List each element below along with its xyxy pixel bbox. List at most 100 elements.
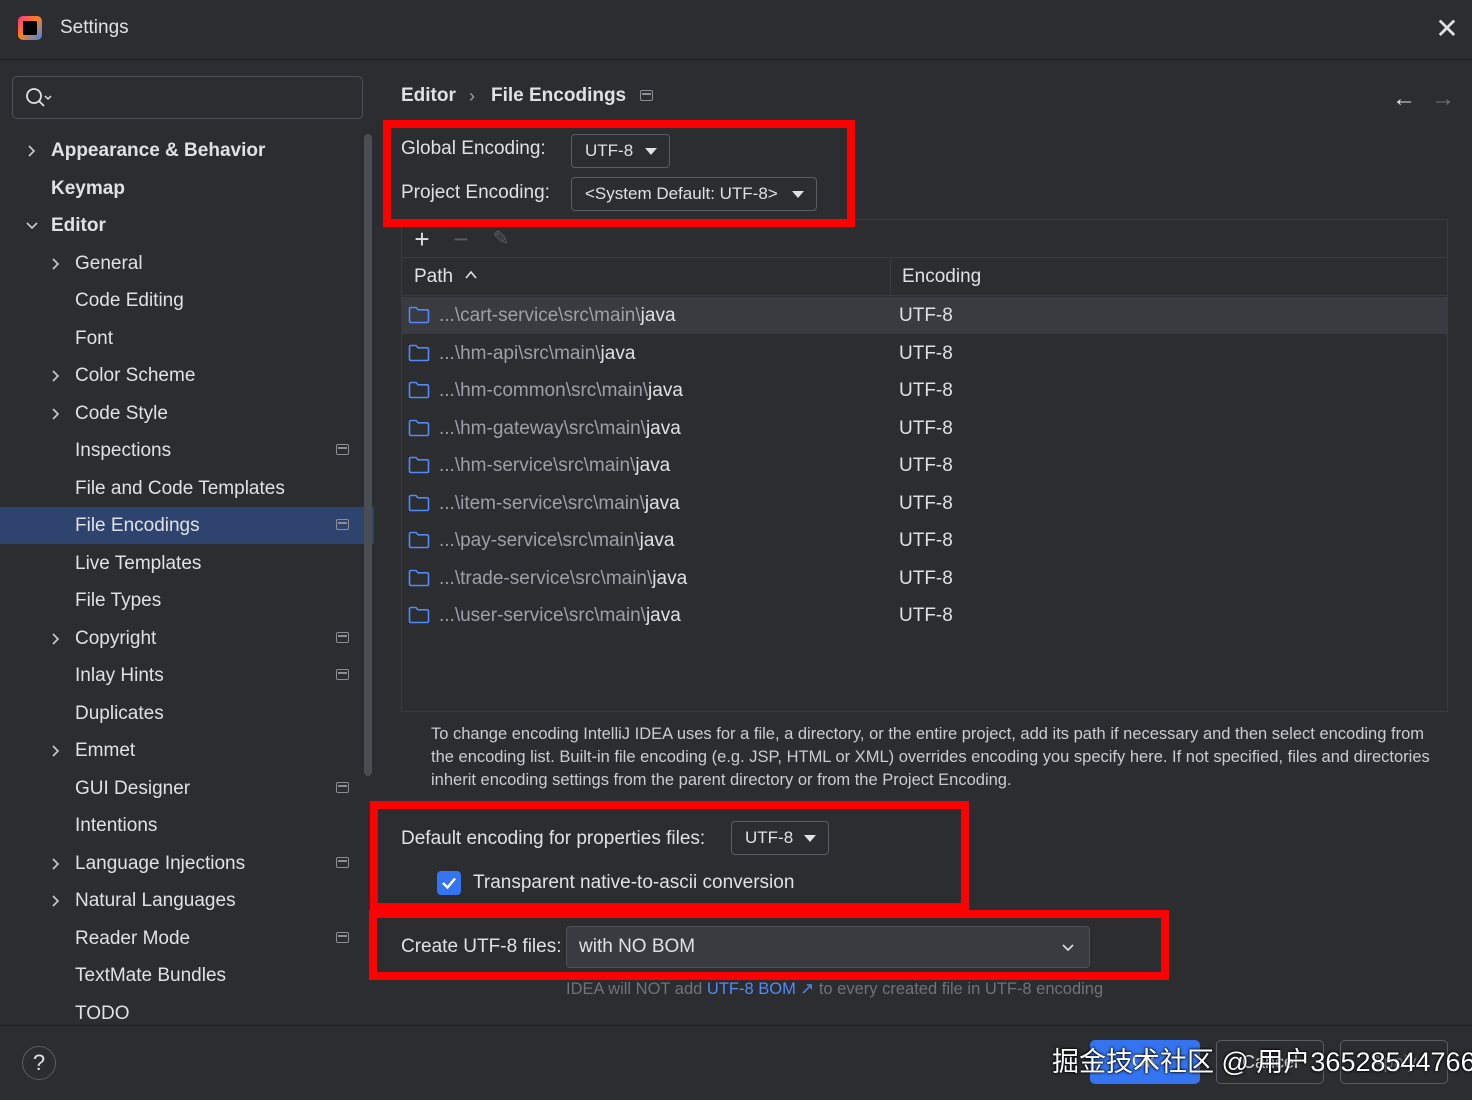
sidebar-item-label: Inspections [75, 440, 172, 461]
table-row[interactable]: ...\cart-service\src\main\java UTF-8 [402, 297, 1447, 334]
sidebar-item[interactable]: File Encodings [0, 507, 374, 544]
utf8-bom-link[interactable]: UTF-8 BOM ↗ [707, 980, 814, 998]
path-tail: java [644, 493, 680, 514]
sidebar-item[interactable]: Color Scheme [0, 357, 374, 394]
sidebar-item[interactable]: Inlay Hints [0, 657, 374, 694]
table-row[interactable]: ...\hm-gateway\src\main\java UTF-8 [402, 410, 1447, 447]
path-cell: ...\hm-service\src\main\java [439, 447, 670, 484]
table-row[interactable]: ...\hm-api\src\main\java UTF-8 [402, 335, 1447, 372]
chevron-down-icon[interactable] [25, 207, 39, 244]
sidebar-item[interactable]: General [0, 245, 374, 282]
search-icon [26, 88, 52, 107]
encoding-cell[interactable]: UTF-8 [899, 560, 953, 597]
sidebar-item-label: File Encodings [75, 515, 200, 536]
path-tail: java [645, 418, 681, 439]
folder-icon [408, 494, 430, 512]
sidebar-item[interactable]: Natural Languages [0, 882, 374, 919]
path-prefix: ...\pay-service\src\main\ [439, 530, 640, 551]
encoding-cell[interactable]: UTF-8 [899, 447, 953, 484]
sort-ascending-icon [465, 270, 477, 279]
chevron-right-icon[interactable] [49, 357, 63, 394]
sidebar-item[interactable]: Code Editing [0, 282, 374, 319]
table-row[interactable]: ...\hm-common\src\main\java UTF-8 [402, 372, 1447, 409]
project-level-icon [336, 782, 349, 793]
path-tail: java [652, 568, 688, 589]
column-header-encoding[interactable]: Encoding [902, 258, 981, 296]
table-header: Path Encoding [402, 258, 1447, 296]
sidebar-item[interactable]: Appearance & Behavior [0, 132, 374, 169]
folder-icon [408, 419, 430, 437]
folder-icon [408, 606, 430, 624]
encoding-cell[interactable]: UTF-8 [899, 597, 953, 634]
title-bar: Settings ✕ [0, 0, 1472, 60]
sidebar-item[interactable]: Language Injections [0, 845, 374, 882]
folder-icon [408, 569, 430, 587]
sidebar-scrollbar[interactable] [364, 134, 372, 776]
add-icon[interactable]: + [409, 226, 435, 252]
column-header-path[interactable]: Path [414, 258, 453, 296]
chevron-right-icon[interactable] [49, 845, 63, 882]
sidebar-item[interactable]: Editor [0, 207, 374, 244]
sidebar-item[interactable]: File and Code Templates [0, 470, 374, 507]
sidebar-item[interactable]: Inspections [0, 432, 374, 469]
sidebar-item[interactable]: TODO [0, 995, 374, 1032]
close-icon[interactable]: ✕ [1432, 14, 1462, 44]
chevron-right-icon[interactable] [25, 132, 39, 169]
encoding-cell[interactable]: UTF-8 [899, 297, 953, 334]
sidebar-item-label: General [75, 253, 143, 274]
settings-search[interactable] [12, 76, 363, 119]
encoding-cell[interactable]: UTF-8 [899, 485, 953, 522]
path-cell: ...\user-service\src\main\java [439, 597, 681, 634]
column-divider[interactable] [890, 258, 891, 296]
sidebar-item-label: Keymap [51, 178, 125, 199]
intellij-logo-icon [18, 16, 42, 40]
chevron-right-icon[interactable] [49, 245, 63, 282]
path-cell: ...\item-service\src\main\java [439, 485, 680, 522]
sidebar-item[interactable]: GUI Designer [0, 770, 374, 807]
project-level-icon [336, 632, 349, 643]
chevron-right-icon[interactable] [49, 732, 63, 769]
sidebar-item[interactable]: Intentions [0, 807, 374, 844]
table-row[interactable]: ...\pay-service\src\main\java UTF-8 [402, 522, 1447, 559]
table-row[interactable]: ...\user-service\src\main\java UTF-8 [402, 597, 1447, 634]
sidebar-item[interactable]: Keymap [0, 170, 374, 207]
sidebar-item-label: TODO [75, 1003, 130, 1024]
chevron-right-icon[interactable] [49, 620, 63, 657]
sidebar-item-label: Code Editing [75, 290, 184, 311]
sidebar-item[interactable]: Reader Mode [0, 920, 374, 957]
sidebar-item[interactable]: Copyright [0, 620, 374, 657]
encoding-cell[interactable]: UTF-8 [899, 372, 953, 409]
sidebar-item[interactable]: Live Templates [0, 545, 374, 582]
sidebar-item[interactable]: Duplicates [0, 695, 374, 732]
back-arrow-icon[interactable]: ← [1391, 86, 1417, 112]
sidebar-item-label: Duplicates [75, 703, 164, 724]
chevron-right-icon[interactable] [49, 882, 63, 919]
search-input[interactable] [63, 77, 353, 118]
sidebar-item-label: Language Injections [75, 853, 246, 874]
path-tail: java [635, 455, 671, 476]
forward-arrow-icon[interactable]: → [1430, 86, 1456, 112]
table-row[interactable]: ...\item-service\src\main\java UTF-8 [402, 485, 1447, 522]
path-prefix: ...\hm-gateway\src\main\ [439, 418, 646, 439]
encoding-help-text: To change encoding IntelliJ IDEA uses fo… [431, 725, 1430, 789]
edit-icon[interactable]: ✎ [488, 226, 514, 252]
remove-icon[interactable]: − [448, 226, 474, 252]
sidebar-item[interactable]: File Types [0, 582, 374, 619]
help-button[interactable]: ? [22, 1046, 56, 1080]
sidebar-item-label: Reader Mode [75, 928, 191, 949]
breadcrumb-parent[interactable]: Editor [401, 84, 456, 108]
sidebar-item[interactable]: TextMate Bundles [0, 957, 374, 994]
highlight-box-bom [369, 910, 1169, 980]
table-row[interactable]: ...\hm-service\src\main\java UTF-8 [402, 447, 1447, 484]
encoding-cell[interactable]: UTF-8 [899, 335, 953, 372]
encoding-cell[interactable]: UTF-8 [899, 410, 953, 447]
breadcrumb-current: File Encodings [491, 85, 627, 106]
bom-hint: IDEA will NOT add UTF-8 BOM ↗ to every c… [566, 978, 1103, 1000]
encoding-cell[interactable]: UTF-8 [899, 522, 953, 559]
table-row[interactable]: ...\trade-service\src\main\java UTF-8 [402, 560, 1447, 597]
sidebar-item[interactable]: Font [0, 320, 374, 357]
sidebar-item[interactable]: Code Style [0, 395, 374, 432]
sidebar-item-label: Natural Languages [75, 890, 236, 911]
chevron-right-icon[interactable] [49, 395, 63, 432]
sidebar-item[interactable]: Emmet [0, 732, 374, 769]
